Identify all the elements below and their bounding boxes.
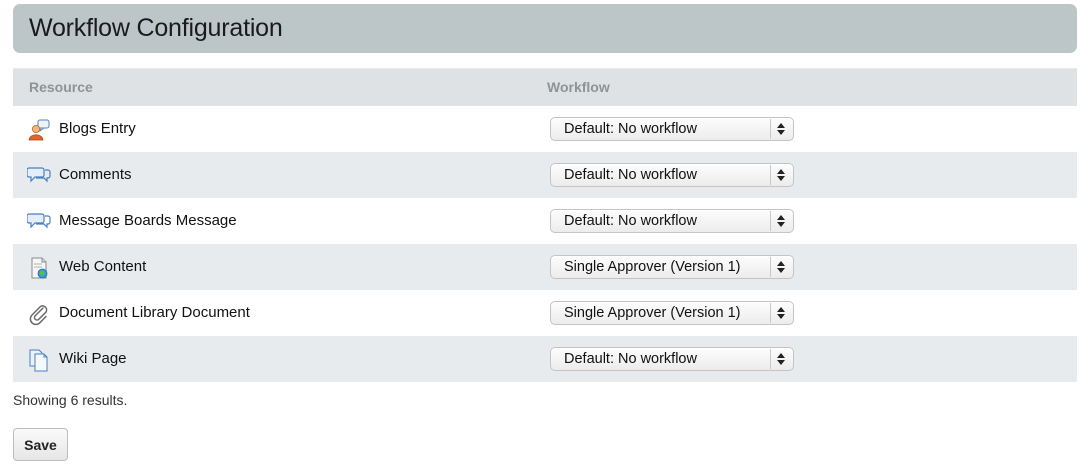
updown-arrows-icon [776,213,786,229]
wiki-page-icon [27,348,51,372]
table-row: Wiki Page Default: No workflow [13,336,1077,382]
save-button[interactable]: Save [13,428,68,461]
select-divider [770,119,771,139]
updown-arrows-icon [776,167,786,183]
comments-icon [26,164,51,188]
page-title: Workflow Configuration [29,14,283,42]
updown-arrows-icon [776,121,786,137]
blogs-entry-icon [27,118,51,142]
workflow-select-value: Single Approver (Version 1) [564,259,741,275]
updown-arrows-icon [776,305,786,321]
paperclip-icon [27,302,51,326]
select-divider [770,303,771,323]
page-header: Workflow Configuration [13,4,1077,53]
select-divider [770,257,771,277]
table-row: Comments Default: No workflow [13,152,1077,198]
select-divider [770,165,771,185]
updown-arrows-icon [776,259,786,275]
updown-arrows-icon [776,351,786,367]
workflow-select[interactable]: Default: No workflow [550,209,794,233]
workflow-select-value: Default: No workflow [564,213,697,229]
workflow-select[interactable]: Default: No workflow [550,163,794,187]
workflow-select[interactable]: Single Approver (Version 1) [550,301,794,325]
select-divider [770,211,771,231]
message-boards-icon [26,210,51,234]
table-row: Message Boards Message Default: No workf… [13,198,1077,244]
resource-label: Comments [59,166,132,183]
table-row: Blogs Entry Default: No workflow [13,106,1077,152]
workflow-select[interactable]: Default: No workflow [550,347,794,371]
web-content-icon [27,256,51,280]
workflow-select-value: Default: No workflow [564,121,697,137]
select-divider [770,349,771,369]
resource-label: Message Boards Message [59,212,237,229]
table-header: Resource Workflow [13,68,1077,106]
workflow-table: Resource Workflow Blogs Entry Default: N… [13,68,1077,382]
column-header-workflow: Workflow [547,79,610,95]
resource-label: Wiki Page [59,350,127,367]
workflow-select-value: Default: No workflow [564,351,697,367]
workflow-select-value: Single Approver (Version 1) [564,305,741,321]
resource-label: Blogs Entry [59,120,136,137]
column-header-resource: Resource [29,79,93,95]
workflow-select[interactable]: Single Approver (Version 1) [550,255,794,279]
table-row: Web Content Single Approver (Version 1) [13,244,1077,290]
table-row: Document Library Document Single Approve… [13,290,1077,336]
resource-label: Web Content [59,258,147,275]
resource-label: Document Library Document [59,304,250,321]
results-count: Showing 6 results. [13,392,128,408]
workflow-select-value: Default: No workflow [564,167,697,183]
workflow-select[interactable]: Default: No workflow [550,117,794,141]
